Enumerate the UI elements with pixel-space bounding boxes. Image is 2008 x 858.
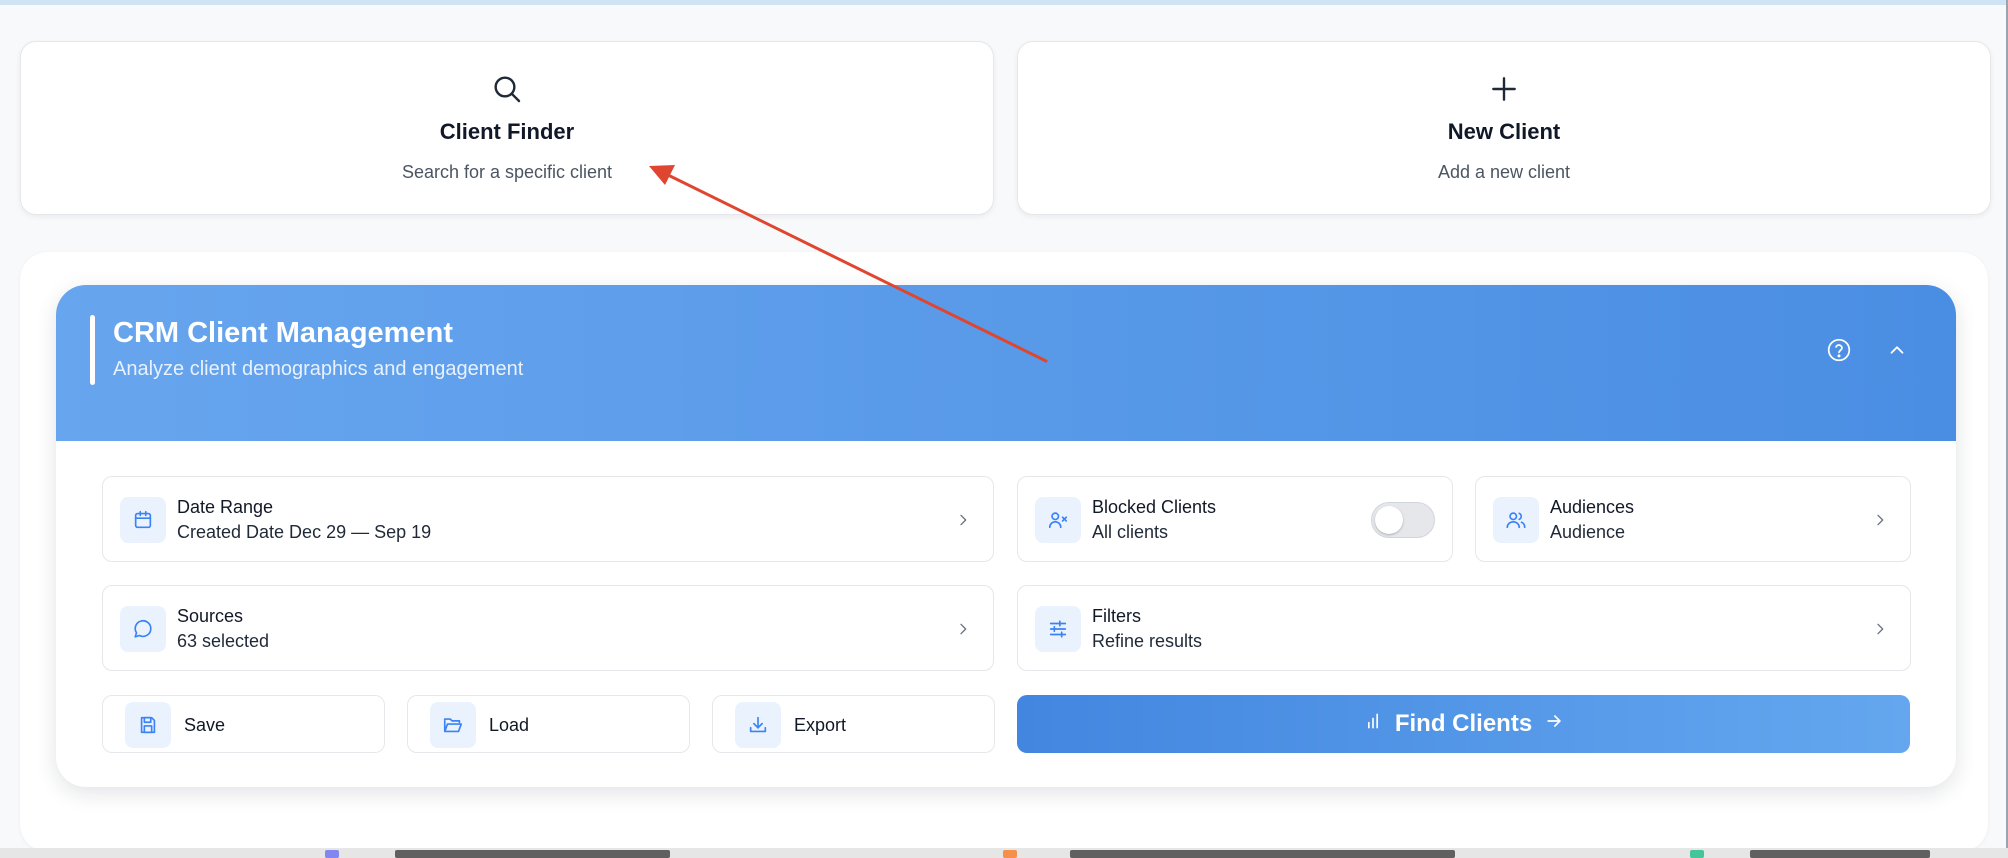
load-button[interactable]: Load (407, 695, 690, 753)
new-client-title: New Client (1447, 119, 1561, 144)
sources-value: 63 selected (177, 631, 270, 651)
crm-title: CRM Client Management (113, 317, 453, 349)
sources-tile[interactable]: Sources 63 selected (102, 585, 994, 671)
audiences-value: Audience (1550, 522, 1626, 542)
new-client-card[interactable]: New Client Add a new client (1017, 41, 1991, 215)
blocked-clients-label: Blocked Clients (1092, 497, 1217, 517)
chevron-right-icon (953, 510, 973, 530)
sliders-icon (1035, 606, 1081, 652)
filters-tile[interactable]: Filters Refine results (1017, 585, 1911, 671)
search-icon (489, 71, 525, 107)
bar-chart-icon (1363, 710, 1383, 738)
download-icon (735, 702, 781, 748)
load-label: Load (489, 715, 530, 735)
new-client-subtitle: Add a new client (1437, 162, 1571, 182)
chat-icon (120, 606, 166, 652)
calendar-icon (120, 497, 166, 543)
user-x-icon (1035, 497, 1081, 543)
export-button[interactable]: Export (712, 695, 995, 753)
save-label: Save (184, 715, 226, 735)
bottom-cutoff-content (0, 848, 2008, 858)
audiences-label: Audiences (1550, 497, 1635, 517)
arrow-right-icon (1544, 710, 1564, 738)
date-range-label: Date Range (177, 497, 274, 517)
chevron-right-icon (1870, 619, 1890, 639)
client-finder-card[interactable]: Client Finder Search for a specific clie… (20, 41, 994, 215)
date-range-value: Created Date Dec 29 — Sep 19 (177, 522, 432, 542)
save-button[interactable]: Save (102, 695, 385, 753)
folder-open-icon (430, 702, 476, 748)
crm-header: CRM Client Management Analyze client dem… (56, 285, 1956, 441)
audiences-tile[interactable]: Audiences Audience (1475, 476, 1911, 562)
header-accent-bar (90, 315, 95, 385)
crm-subtitle: Analyze client demographics and engageme… (113, 358, 524, 380)
find-clients-label: Find Clients (1394, 710, 1533, 737)
help-icon[interactable] (1825, 336, 1853, 364)
chevron-right-icon (953, 619, 973, 639)
users-icon (1493, 497, 1539, 543)
find-clients-button[interactable]: Find Clients (1017, 695, 1910, 753)
blocked-clients-toggle[interactable] (1371, 502, 1435, 538)
client-finder-title: Client Finder (439, 119, 575, 144)
blocked-clients-tile: Blocked Clients All clients (1017, 476, 1453, 562)
blocked-clients-value: All clients (1092, 522, 1169, 542)
chevron-right-icon (1870, 510, 1890, 530)
client-finder-subtitle: Search for a specific client (401, 162, 613, 182)
sources-label: Sources (177, 606, 244, 626)
window-top-strip (0, 0, 2008, 5)
filters-label: Filters (1092, 606, 1141, 626)
chevron-up-icon[interactable] (1883, 336, 1911, 364)
plus-icon (1486, 71, 1522, 107)
filters-value: Refine results (1092, 631, 1203, 651)
date-range-tile[interactable]: Date Range Created Date Dec 29 — Sep 19 (102, 476, 994, 562)
export-label: Export (794, 715, 847, 735)
toggle-knob (1375, 506, 1403, 534)
save-icon (125, 702, 171, 748)
